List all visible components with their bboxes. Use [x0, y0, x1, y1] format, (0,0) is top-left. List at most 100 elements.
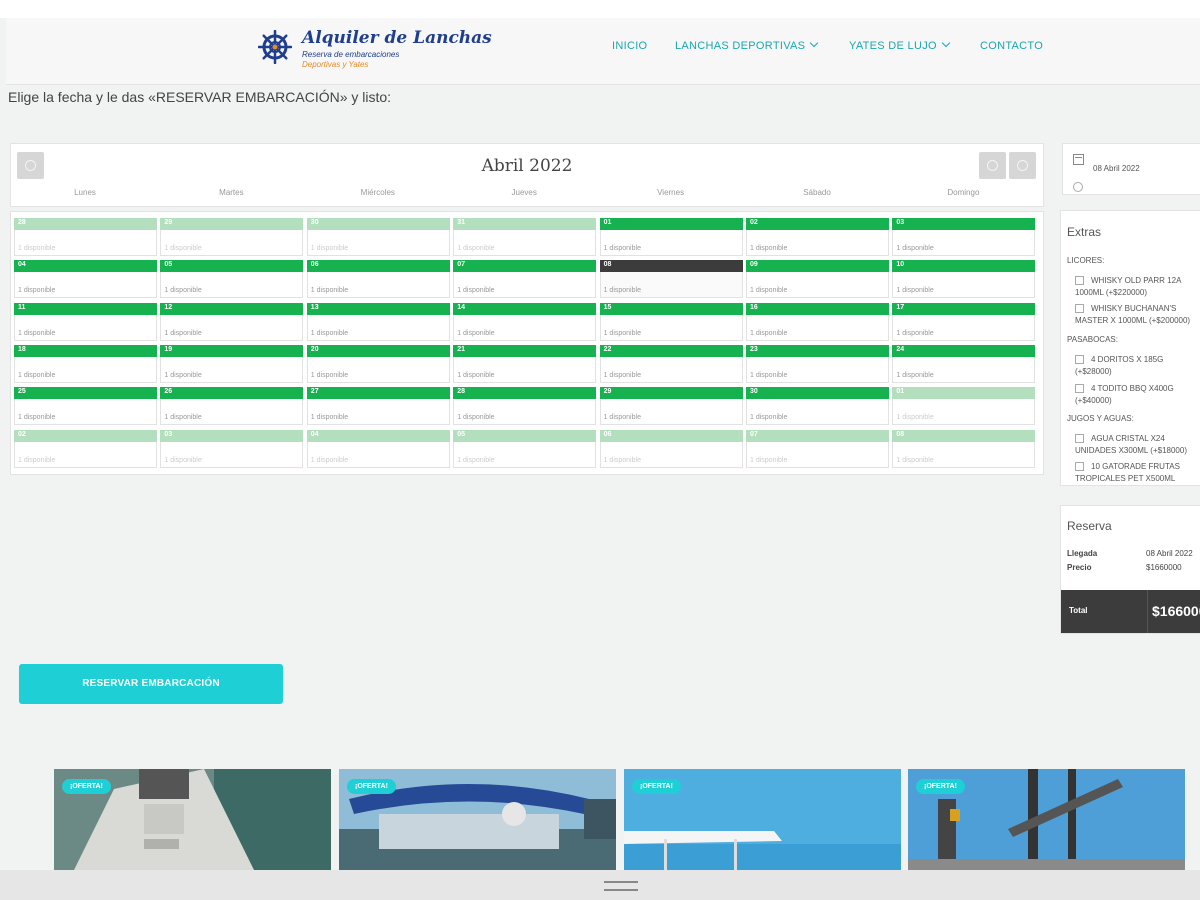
nav-contacto[interactable]: CONTACTO: [980, 40, 1043, 52]
calendar-day-cell[interactable]: 15 1 disponible: [599, 302, 743, 342]
nav-inicio[interactable]: INICIO: [612, 40, 647, 52]
brand-logo[interactable]: Alquiler de Lanchas Reserva de embarcaci…: [252, 26, 492, 74]
calendar-day-cell[interactable]: 03 1 disponible: [892, 218, 1036, 257]
day-header-bar: 04: [306, 429, 450, 442]
calendar-day-cell[interactable]: 05 1 disponible: [160, 260, 304, 300]
calendar-day-cell[interactable]: 31 1 disponible: [453, 218, 597, 257]
extra-checkbox[interactable]: [1075, 355, 1084, 364]
offer-badge: ¡OFERTA!: [62, 779, 111, 794]
calendar-day-cell[interactable]: 03 1 disponible: [160, 429, 304, 469]
day-body: [746, 272, 889, 299]
availability-label: 1 disponible: [310, 329, 349, 337]
day-header-bar: 05: [160, 260, 304, 273]
day-header-bar: 01: [599, 218, 743, 230]
calendar-day-cell[interactable]: 09 1 disponible: [746, 260, 889, 300]
calendar-day-cell[interactable]: 02 1 disponible: [746, 218, 889, 257]
nav-lanchas-deportivas[interactable]: LANCHAS DEPORTIVAS: [675, 38, 819, 52]
calendar-day-cell[interactable]: 08 1 disponible: [599, 260, 743, 300]
drag-handle-icon[interactable]: [604, 881, 638, 891]
calendar-day-cell[interactable]: 29 1 disponible: [160, 218, 304, 257]
extras-title: Extras: [1067, 225, 1102, 239]
calendar-day-cell[interactable]: 23 1 disponible: [746, 344, 889, 384]
offer-card[interactable]: ¡OFERTA!: [908, 769, 1185, 870]
price-label: Precio: [1067, 563, 1092, 572]
calendar-day-cell[interactable]: 19 1 disponible: [160, 344, 304, 384]
calendar-day-cell[interactable]: 18 1 disponible: [14, 344, 157, 384]
calendar-day-cell[interactable]: 07 1 disponible: [453, 260, 597, 300]
offer-card[interactable]: ¡OFERTA!: [624, 769, 901, 870]
calendar-day-cell[interactable]: 30 1 disponible: [306, 218, 450, 257]
availability-label: 1 disponible: [750, 287, 788, 295]
extra-item[interactable]: 10 GATORADE FRUTAS: [1075, 461, 1200, 473]
extra-checkbox[interactable]: [1075, 462, 1084, 471]
availability-label: 1 disponible: [164, 245, 202, 252]
availability-label: 1 disponible: [750, 371, 788, 379]
day-header-bar: 06: [599, 429, 743, 442]
availability-label: 1 disponible: [18, 329, 56, 337]
calendar-day-cell[interactable]: 08 1 disponible: [892, 429, 1036, 469]
day-body: [14, 399, 157, 426]
day-header-bar: 15: [599, 302, 743, 315]
calendar-day-cell[interactable]: 01 1 disponible: [892, 387, 1036, 427]
availability-label: 1 disponible: [750, 245, 788, 252]
extras-group-title: JUGOS Y AGUAS:: [1067, 414, 1134, 423]
calendar-day-cell[interactable]: 24 1 disponible: [892, 344, 1036, 384]
calendar-day-cell[interactable]: 21 1 disponible: [453, 344, 597, 384]
extra-checkbox[interactable]: [1075, 384, 1084, 393]
extra-checkbox[interactable]: [1075, 304, 1084, 313]
extra-item-label: AGUA CRISTAL X24: [1091, 434, 1165, 443]
calendar-icon: [1073, 154, 1084, 165]
offer-card[interactable]: ¡OFERTA!: [54, 769, 331, 870]
calendar-day-cell[interactable]: 04 1 disponible: [14, 260, 157, 300]
calendar-day-cell[interactable]: 27 1 disponible: [306, 387, 450, 427]
calendar-day-cell[interactable]: 30 1 disponible: [746, 387, 889, 427]
calendar-day-cell[interactable]: 05 1 disponible: [453, 429, 597, 469]
reserve-boat-button[interactable]: RESERVAR EMBARCACIÓN: [19, 664, 283, 704]
extras-group-title: LICORES:: [1067, 256, 1105, 265]
calendar-day-cell[interactable]: 11 1 disponible: [14, 302, 157, 342]
extra-item[interactable]: WHISKY BUCHANAN'S: [1075, 303, 1200, 315]
extra-item[interactable]: 4 DORITOS X 185G: [1075, 354, 1200, 366]
nav-yates-de-lujo[interactable]: YATES DE LUJO: [849, 38, 951, 52]
calendar-day-cell[interactable]: 26 1 disponible: [160, 387, 304, 427]
calendar-day-cell[interactable]: 04 1 disponible: [306, 429, 450, 469]
calendar-day-cell[interactable]: 16 1 disponible: [746, 302, 889, 342]
availability-label: 1 disponible: [896, 287, 934, 295]
extra-item-label: 10 GATORADE FRUTAS: [1091, 462, 1180, 471]
next-month-button[interactable]: [1009, 152, 1036, 179]
calendar-day-cell[interactable]: 10 1 disponible: [892, 260, 1036, 300]
calendar-day-cell[interactable]: 20 1 disponible: [306, 344, 450, 384]
offer-card[interactable]: ¡OFERTA!: [339, 769, 616, 870]
availability-label: 1 disponible: [896, 245, 934, 252]
calendar-day-cell[interactable]: 06 1 disponible: [306, 260, 450, 300]
extra-item-label: 1000ML (+$220000): [1075, 288, 1147, 297]
time-option-radio[interactable]: [1073, 182, 1083, 192]
extra-item[interactable]: 4 TODITO BBQ X400G: [1075, 383, 1200, 395]
day-number: 31: [457, 219, 465, 226]
calendar-day-cell[interactable]: 13 1 disponible: [306, 302, 450, 342]
day-header-bar: 31: [453, 218, 597, 230]
extra-checkbox[interactable]: [1075, 434, 1084, 443]
calendar-day-cell[interactable]: 06 1 disponible: [599, 429, 743, 469]
calendar-day-cell[interactable]: 22 1 disponible: [599, 344, 743, 384]
extra-checkbox[interactable]: [1075, 276, 1084, 285]
today-button[interactable]: [979, 152, 1006, 179]
extra-item[interactable]: AGUA CRISTAL X24: [1075, 433, 1200, 445]
extra-item-detail: (+$28000): [1075, 366, 1200, 378]
calendar-day-cell[interactable]: 28 1 disponible: [14, 218, 157, 257]
day-body: [746, 314, 889, 341]
calendar-day-cell[interactable]: 01 1 disponible: [599, 218, 743, 257]
calendar-day-cell[interactable]: 12 1 disponible: [160, 302, 304, 342]
calendar-day-cell[interactable]: 28 1 disponible: [453, 387, 597, 427]
calendar-day-cell[interactable]: 14 1 disponible: [453, 302, 597, 342]
calendar-day-cell[interactable]: 25 1 disponible: [14, 387, 157, 427]
calendar-day-cell[interactable]: 17 1 disponible: [892, 302, 1036, 342]
nav-label: INICIO: [612, 40, 648, 52]
calendar-day-cell[interactable]: 02 1 disponible: [14, 429, 157, 469]
reservation-title: Reserva: [1067, 519, 1112, 533]
calendar-day-cell[interactable]: 29 1 disponible: [599, 387, 743, 427]
extra-item[interactable]: WHISKY OLD PARR 12A: [1075, 275, 1200, 287]
day-body: [599, 272, 743, 299]
price-value: $1660000: [1146, 563, 1182, 572]
calendar-day-cell[interactable]: 07 1 disponible: [746, 429, 889, 469]
